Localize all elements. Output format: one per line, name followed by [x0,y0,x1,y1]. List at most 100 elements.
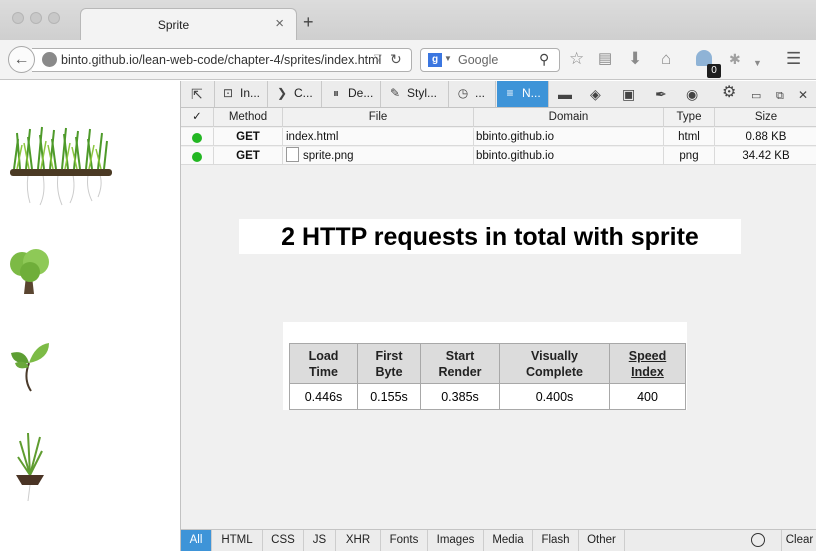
file-name: sprite.png [303,150,354,162]
back-button[interactable]: ← [8,46,35,73]
request-row[interactable]: GET sprite.png bbinto.github.io png 34.4… [181,147,816,165]
zoom-window-button[interactable] [48,12,60,24]
eyedropper-icon[interactable]: ✒ [655,85,667,103]
console-icon: ❯ [276,86,288,100]
search-input[interactable]: Google [458,53,498,67]
start-render-header: Start Render [420,343,500,384]
tab-label: ... [475,86,486,100]
request-row[interactable]: GET index.html bbinto.github.io html 0.8… [181,128,816,146]
status-column-header[interactable]: ✓ [181,108,214,127]
filter-xhr[interactable]: XHR [336,530,381,551]
type-cell: png [664,147,715,165]
menu-icon[interactable]: ☰ [786,49,801,69]
tab-inspector[interactable]: ⊡ In... [214,81,268,107]
url-bar[interactable]: binto.github.io/lean-web-code/chapter-4/… [32,48,412,72]
file-cell: sprite.png [283,147,474,165]
filter-html[interactable]: HTML [212,530,263,551]
filter-css[interactable]: CSS [263,530,304,551]
tab-bar: Sprite × + [0,0,816,41]
file-column-header[interactable]: File [283,108,474,127]
status-cell [181,147,214,165]
visually-complete-value: 0.400s [499,383,610,410]
profiler-icon: ◷ [457,86,469,100]
search-engine-dropdown-icon[interactable]: ▼ [444,54,452,63]
clear-button[interactable]: Clear [781,530,816,551]
performance-summary: Load Time First Byte Start Render Visual… [283,322,687,410]
performance-analysis-icon[interactable] [751,533,765,547]
globe-icon [42,52,57,67]
method-cell: GET [214,128,283,146]
style-editor-icon: ✎ [389,86,401,100]
image-file-icon [286,147,299,163]
scratchpad-icon[interactable]: ▬ [558,85,572,103]
tab-console[interactable]: ❯ C... [269,81,322,107]
status-cell [181,128,214,146]
domain-column-header[interactable]: Domain [474,108,664,127]
size-column-header[interactable]: Size [715,108,816,127]
network-table-header: ✓ Method File Domain Type Size [181,108,816,127]
first-byte-value: 0.155s [357,383,421,410]
method-column-header[interactable]: Method [214,108,283,127]
inspector-icon: ⊡ [222,86,234,100]
tab-debugger[interactable]: ⏸ De... [323,81,381,107]
url-text[interactable]: binto.github.io/lean-web-code/chapter-4/… [61,53,381,67]
network-icon: ≡ [506,86,514,100]
search-bar[interactable]: g ▼ Google ⚲ [420,48,560,72]
potted-plant-image [16,432,44,502]
3d-view-icon[interactable]: ◈ [590,85,601,103]
filter-images[interactable]: Images [428,530,484,551]
url-history-dropdown-icon[interactable]: ▽ [374,53,382,64]
reload-icon[interactable]: ↻ [390,51,402,68]
dock-side-icon[interactable]: ▭ [751,87,761,105]
start-render-value: 0.385s [420,383,500,410]
method-cell: GET [214,147,283,165]
tab-title: Sprite [157,18,190,32]
filter-flash[interactable]: Flash [533,530,579,551]
speed-index-value: 400 [609,383,686,410]
network-filter-bar: All HTML CSS JS XHR Fonts Images Media F… [181,529,816,551]
firebug-icon[interactable]: ✱ [729,49,741,69]
filter-all[interactable]: All [181,530,212,551]
page-content [0,81,180,551]
reading-list-icon[interactable]: ▤ [598,49,612,69]
tab-network[interactable]: ≡ N... [497,81,549,107]
search-icon[interactable]: ⚲ [539,51,549,68]
tab-style-editor[interactable]: ✎ Styl... [382,81,449,107]
screenshot-icon[interactable]: ◉ [686,85,698,103]
home-icon[interactable]: ⌂ [661,49,671,69]
load-time-header: Load Time [289,343,358,384]
new-tab-button[interactable]: + [303,12,314,33]
speed-index-header[interactable]: Speed Index [609,343,686,384]
domain-cell: bbinto.github.io [474,128,664,146]
close-devtools-icon[interactable]: ✕ [798,86,808,104]
performance-table: Load Time First Byte Start Render Visual… [289,343,686,410]
browser-tab[interactable]: Sprite × [80,8,297,41]
downloads-icon[interactable]: ⬇ [628,49,642,69]
filter-other[interactable]: Other [579,530,625,551]
tree-image [10,249,49,294]
tab-label: Styl... [407,86,438,100]
tab-label: N... [522,86,541,100]
filter-fonts[interactable]: Fonts [381,530,428,551]
visually-complete-header: Visually Complete [499,343,610,384]
close-window-button[interactable] [12,12,24,24]
bookmark-star-icon[interactable]: ☆ [569,49,584,69]
minimize-window-button[interactable] [30,12,42,24]
firebug-dropdown-icon[interactable]: ▼ [753,53,762,73]
domain-cell: bbinto.github.io [474,147,664,165]
tab-close-icon[interactable]: × [275,15,284,32]
settings-gear-icon[interactable]: ⚙ [722,84,736,102]
debugger-icon: ⏸ [332,86,339,100]
element-picker-icon[interactable]: ⇱ [191,85,203,103]
devtools-toolbar: ⇱ ⊡ In... ❯ C... ⏸ De... ✎ Styl... ◷... ≡ N..… [181,81,816,108]
type-column-header[interactable]: Type [664,108,715,127]
filter-media[interactable]: Media [484,530,533,551]
separate-window-icon[interactable]: ⧉ [776,87,784,105]
responsive-mode-icon[interactable]: ▣ [622,85,635,103]
notification-badge: 0 [707,64,721,78]
tab-profiler[interactable]: ◷... [450,81,496,107]
navigation-bar: binto.github.io/lean-web-code/chapter-4/… [0,40,816,80]
load-time-value: 0.446s [289,383,358,410]
size-cell: 34.42 KB [742,150,790,162]
filter-js[interactable]: JS [304,530,336,551]
